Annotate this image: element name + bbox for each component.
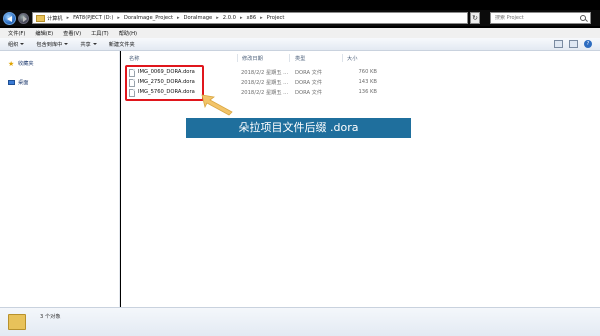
explorer-window: 计算机 ▸ FAT8(PJECT (D:) ▸ DoraImage_Project ▸… — [0, 0, 600, 336]
file-date: 2018/2/2 星期五 ... — [241, 90, 289, 96]
file-list-pane: 名称 修改日期 类型 大小 IMG_0069_DORA.dora 2018/2/… — [121, 51, 600, 307]
column-separator[interactable] — [289, 54, 290, 62]
column-header-type[interactable]: 类型 — [295, 55, 305, 62]
column-separator[interactable] — [342, 54, 343, 62]
search-input[interactable] — [495, 15, 575, 21]
star-icon: ★ — [8, 59, 15, 68]
column-separator[interactable] — [237, 54, 238, 62]
back-icon[interactable] — [3, 12, 16, 25]
chevron-right-icon: ▸ — [216, 15, 219, 21]
breadcrumb-item[interactable]: 计算机 — [47, 15, 63, 22]
caret-down-icon — [64, 43, 69, 45]
caret-down-icon — [20, 43, 25, 45]
chevron-right-icon: ▸ — [117, 15, 120, 21]
breadcrumb-item[interactable]: Project — [267, 15, 285, 21]
menu-help[interactable]: 帮助(H) — [119, 30, 137, 37]
file-type: DORA 文件 — [295, 90, 323, 96]
pointer-arrow-icon — [201, 94, 233, 116]
forward-icon[interactable] — [18, 13, 29, 24]
share-label: 共享 — [80, 41, 91, 48]
breadcrumb-item[interactable]: x86 — [246, 15, 256, 21]
nav-favorites[interactable]: ★ 收藏夹 — [8, 60, 34, 67]
view-options-icon[interactable] — [554, 40, 563, 48]
menu-edit[interactable]: 编辑(E) — [35, 30, 53, 37]
preview-pane-icon[interactable] — [569, 40, 578, 48]
address-row: 计算机 ▸ FAT8(PJECT (D:) ▸ DoraImage_Project ▸… — [0, 10, 600, 26]
breadcrumb-item[interactable]: DoraImage — [184, 15, 213, 21]
status-bar: 3 个对象 — [0, 307, 600, 336]
file-size: 143 KB — [358, 79, 377, 85]
refresh-icon[interactable]: ↻ — [470, 12, 480, 24]
breadcrumb-item[interactable]: 2.0.0 — [223, 15, 236, 21]
search-icon[interactable] — [580, 15, 586, 21]
help-icon[interactable]: ? — [584, 40, 592, 48]
folder-icon — [8, 314, 26, 330]
desktop-icon — [8, 80, 15, 85]
chevron-right-icon: ▸ — [177, 15, 180, 21]
include-in-library-button[interactable]: 包含到库中 — [36, 41, 69, 48]
search-box[interactable] — [490, 12, 591, 24]
menu-bar: 文件(F) 编辑(E) 查看(V) 工具(T) 帮助(H) — [0, 28, 600, 38]
status-text: 3 个对象 — [40, 314, 61, 320]
share-button[interactable]: 共享 — [80, 41, 97, 48]
file-date: 2018/2/2 星期五 ... — [241, 70, 289, 76]
column-header-date[interactable]: 修改日期 — [242, 55, 263, 62]
file-type: DORA 文件 — [295, 70, 323, 76]
annotation-callout: 朵拉项目文件后缀 .dora — [186, 118, 411, 138]
file-size: 136 KB — [358, 89, 377, 95]
organize-label: 组织 — [8, 41, 19, 48]
breadcrumb-item[interactable]: FAT8(PJECT (D:) — [73, 15, 113, 21]
menu-view[interactable]: 查看(V) — [63, 30, 81, 37]
menu-tools[interactable]: 工具(T) — [91, 30, 109, 37]
menu-file[interactable]: 文件(F) — [8, 30, 25, 37]
column-header-size[interactable]: 大小 — [347, 55, 357, 62]
nav-desktop[interactable]: 桌面 — [8, 79, 28, 86]
toolbar-right: ? — [548, 40, 592, 48]
breadcrumb-item[interactable]: DoraImage_Project — [124, 15, 173, 21]
folder-icon — [36, 15, 45, 22]
nav-desktop-label: 桌面 — [18, 80, 29, 86]
new-folder-button[interactable]: 新建文件夹 — [109, 41, 135, 48]
file-size: 760 KB — [358, 69, 377, 75]
chevron-right-icon: ▸ — [66, 15, 70, 21]
include-label: 包含到库中 — [36, 41, 63, 48]
address-bar[interactable]: 计算机 ▸ FAT8(PJECT (D:) ▸ DoraImage_Project ▸… — [32, 12, 468, 24]
breadcrumb: 计算机 ▸ FAT8(PJECT (D:) ▸ DoraImage_Project ▸… — [47, 15, 284, 22]
chevron-right-icon: ▸ — [239, 15, 243, 21]
caret-down-icon — [92, 43, 97, 45]
chevron-right-icon: ▸ — [260, 15, 263, 21]
nav-favorites-label: 收藏夹 — [18, 61, 34, 67]
navigation-pane: ★ 收藏夹 桌面 — [0, 51, 120, 307]
column-header-name[interactable]: 名称 — [129, 55, 139, 62]
organize-button[interactable]: 组织 — [8, 41, 25, 48]
highlight-box — [125, 65, 204, 101]
toolbar: 组织 包含到库中 共享 新建文件夹 ? — [0, 38, 600, 51]
file-date: 2018/2/2 星期五 ... — [241, 80, 289, 86]
file-type: DORA 文件 — [295, 80, 323, 86]
